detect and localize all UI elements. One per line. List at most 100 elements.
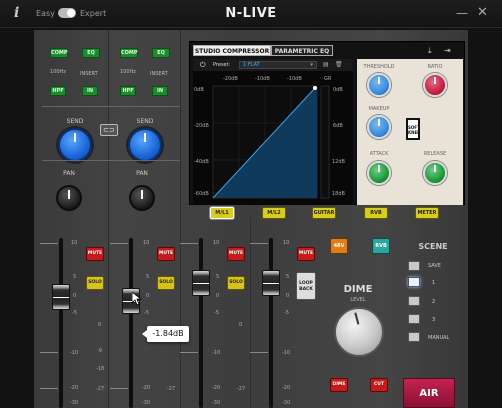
send-knob-ch1[interactable] <box>58 128 92 162</box>
select-button-ml1[interactable]: M/L1 <box>210 207 234 219</box>
graph-top-label: -10dB <box>287 76 302 82</box>
dime-level-label: LEVEL <box>350 297 366 303</box>
dime-level-knob[interactable] <box>334 307 384 357</box>
knob-indicator <box>378 165 380 172</box>
scene-3-button[interactable] <box>408 314 420 324</box>
scale-tick <box>40 352 58 353</box>
ratio-knob[interactable] <box>423 73 447 97</box>
comp-button-ch1[interactable]: COMP <box>50 48 68 58</box>
scale-mark: -5 <box>214 310 219 316</box>
meter-mark: 0 <box>98 322 102 328</box>
hpf-freq-ch1: 100Hz <box>50 69 66 75</box>
scale-tick <box>110 243 128 244</box>
scale-mark: 0 <box>146 293 150 299</box>
mute-button-ch1[interactable]: MUTE <box>86 247 104 261</box>
scale-mark: 5 <box>146 274 150 280</box>
makeup-knob[interactable] <box>367 115 391 139</box>
scale-tick <box>180 352 198 353</box>
air-button[interactable]: AIR <box>403 378 455 408</box>
select-button-meter[interactable]: METER <box>415 207 439 219</box>
select-button-rvb[interactable]: RVB <box>364 207 388 219</box>
hpf-button-ch2[interactable]: HPF <box>120 86 136 96</box>
insert-in-button-ch2[interactable]: IN <box>152 86 168 96</box>
scale-tick <box>180 243 198 244</box>
fader-track-ch3 <box>199 238 203 408</box>
solo-button-ch2[interactable]: SOLO <box>157 276 175 290</box>
select-button-ml2[interactable]: M/L2 <box>262 207 286 219</box>
save-preset-icon[interactable]: ▤ <box>323 61 329 68</box>
attack-label: ATTACK <box>369 151 389 157</box>
title-bar: i Easy Expert N-LIVE — ✕ <box>0 0 502 28</box>
divider <box>42 106 180 107</box>
fader-ch3[interactable] <box>192 270 210 296</box>
export-icon[interactable]: ⇥ <box>444 46 451 55</box>
scale-mark: -5 <box>72 310 77 316</box>
send-label-ch1: SEND <box>66 118 84 125</box>
cut-button[interactable]: CUT <box>370 378 388 392</box>
dime-button[interactable]: DIME <box>330 378 348 392</box>
scene-2-label: 2 <box>432 299 436 305</box>
threshold-knob[interactable] <box>367 73 391 97</box>
scale-mark: 10 <box>143 240 150 246</box>
scene-1-button[interactable] <box>408 277 420 287</box>
threshold-label: THRESHOLD <box>363 64 395 70</box>
graph-left-label: -60dB <box>194 191 209 197</box>
transfer-curve-graph[interactable]: -20dB -10dB -10dB 0dB -20dB -40dB -60dB … <box>193 71 353 205</box>
scale-mark: -20 <box>142 385 151 391</box>
delete-preset-icon[interactable]: 🗑 <box>335 61 343 68</box>
tab-parametric-eq[interactable]: PARAMETRIC EQ <box>271 45 333 56</box>
hpf-button-ch1[interactable]: HPF <box>50 86 66 96</box>
loop-back-button[interactable]: LOOP BACK <box>296 272 316 300</box>
scale-mark: -20 <box>212 385 221 391</box>
select-button-guitar[interactable]: GUITAR <box>312 207 336 219</box>
mute-button-ch4[interactable]: MUTE <box>297 247 315 261</box>
eq-button-ch2[interactable]: EQ <box>152 48 170 58</box>
graph-top-label: -20dB <box>223 76 238 82</box>
threshold-handle[interactable] <box>313 86 317 90</box>
scale-tick <box>250 243 268 244</box>
scale-mark: -30 <box>212 400 221 406</box>
pan-knob-ch1[interactable] <box>56 185 82 211</box>
scene-save-button[interactable] <box>408 261 420 271</box>
fader-ch4[interactable] <box>262 270 280 296</box>
rvb-button[interactable]: RVB <box>372 238 390 254</box>
mute-button-ch3[interactable]: MUTE <box>227 247 245 261</box>
power-icon[interactable]: ⏻ <box>200 61 206 70</box>
download-icon[interactable]: ⤓ <box>428 46 432 56</box>
scene-2-button[interactable] <box>408 296 420 306</box>
scale-mark: 10 <box>71 240 78 246</box>
scale-tick <box>40 388 58 389</box>
scene-1-label: 1 <box>432 280 436 286</box>
soft-knee-button[interactable]: SOFT KNEE <box>406 118 420 140</box>
preset-select[interactable]: 1:FLAT ▾ <box>239 61 317 69</box>
eq-button-ch1[interactable]: EQ <box>82 48 100 58</box>
phantom-48v-button[interactable]: 48V <box>330 238 348 254</box>
scene-manual-button[interactable] <box>408 332 420 342</box>
makeup-label: MAKEUP <box>368 106 390 112</box>
insert-label-ch2: INSERT <box>150 71 168 77</box>
fader-track-ch1 <box>59 238 63 408</box>
insert-in-button-ch1[interactable]: IN <box>82 86 98 96</box>
tab-studio-compressor[interactable]: STUDIO COMPRESSOR <box>193 45 271 56</box>
release-knob[interactable] <box>423 161 447 185</box>
scene-title: SCENE <box>418 242 448 251</box>
scene-manual-label: MANUAL <box>428 335 450 341</box>
ratio-label: RATIO <box>427 64 443 70</box>
divider <box>250 218 251 408</box>
fader-ch1[interactable] <box>52 284 70 310</box>
pan-knob-ch2[interactable] <box>129 185 155 211</box>
close-button[interactable]: ✕ <box>477 5 488 20</box>
gain-reduction-meter <box>320 85 330 199</box>
attack-knob[interactable] <box>367 161 391 185</box>
send-knob-ch2[interactable] <box>128 128 162 162</box>
gr-scale-label: 18dB <box>332 191 346 197</box>
compressor-plugin: STUDIO COMPRESSOR PARAMETRIC EQ ⤓ ⇥ ⏻ Pr… <box>189 41 465 205</box>
mute-button-ch2[interactable]: MUTE <box>157 247 175 261</box>
scale-mark: 0 <box>216 293 220 299</box>
solo-button-ch1[interactable]: SOLO <box>86 276 104 290</box>
scale-mark: -30 <box>282 400 291 406</box>
solo-button-ch3[interactable]: SOLO <box>227 276 245 290</box>
link-icon[interactable]: ⊂⊃ <box>100 124 118 136</box>
comp-button-ch2[interactable]: COMP <box>120 48 138 58</box>
minimize-button[interactable]: — <box>456 6 468 20</box>
